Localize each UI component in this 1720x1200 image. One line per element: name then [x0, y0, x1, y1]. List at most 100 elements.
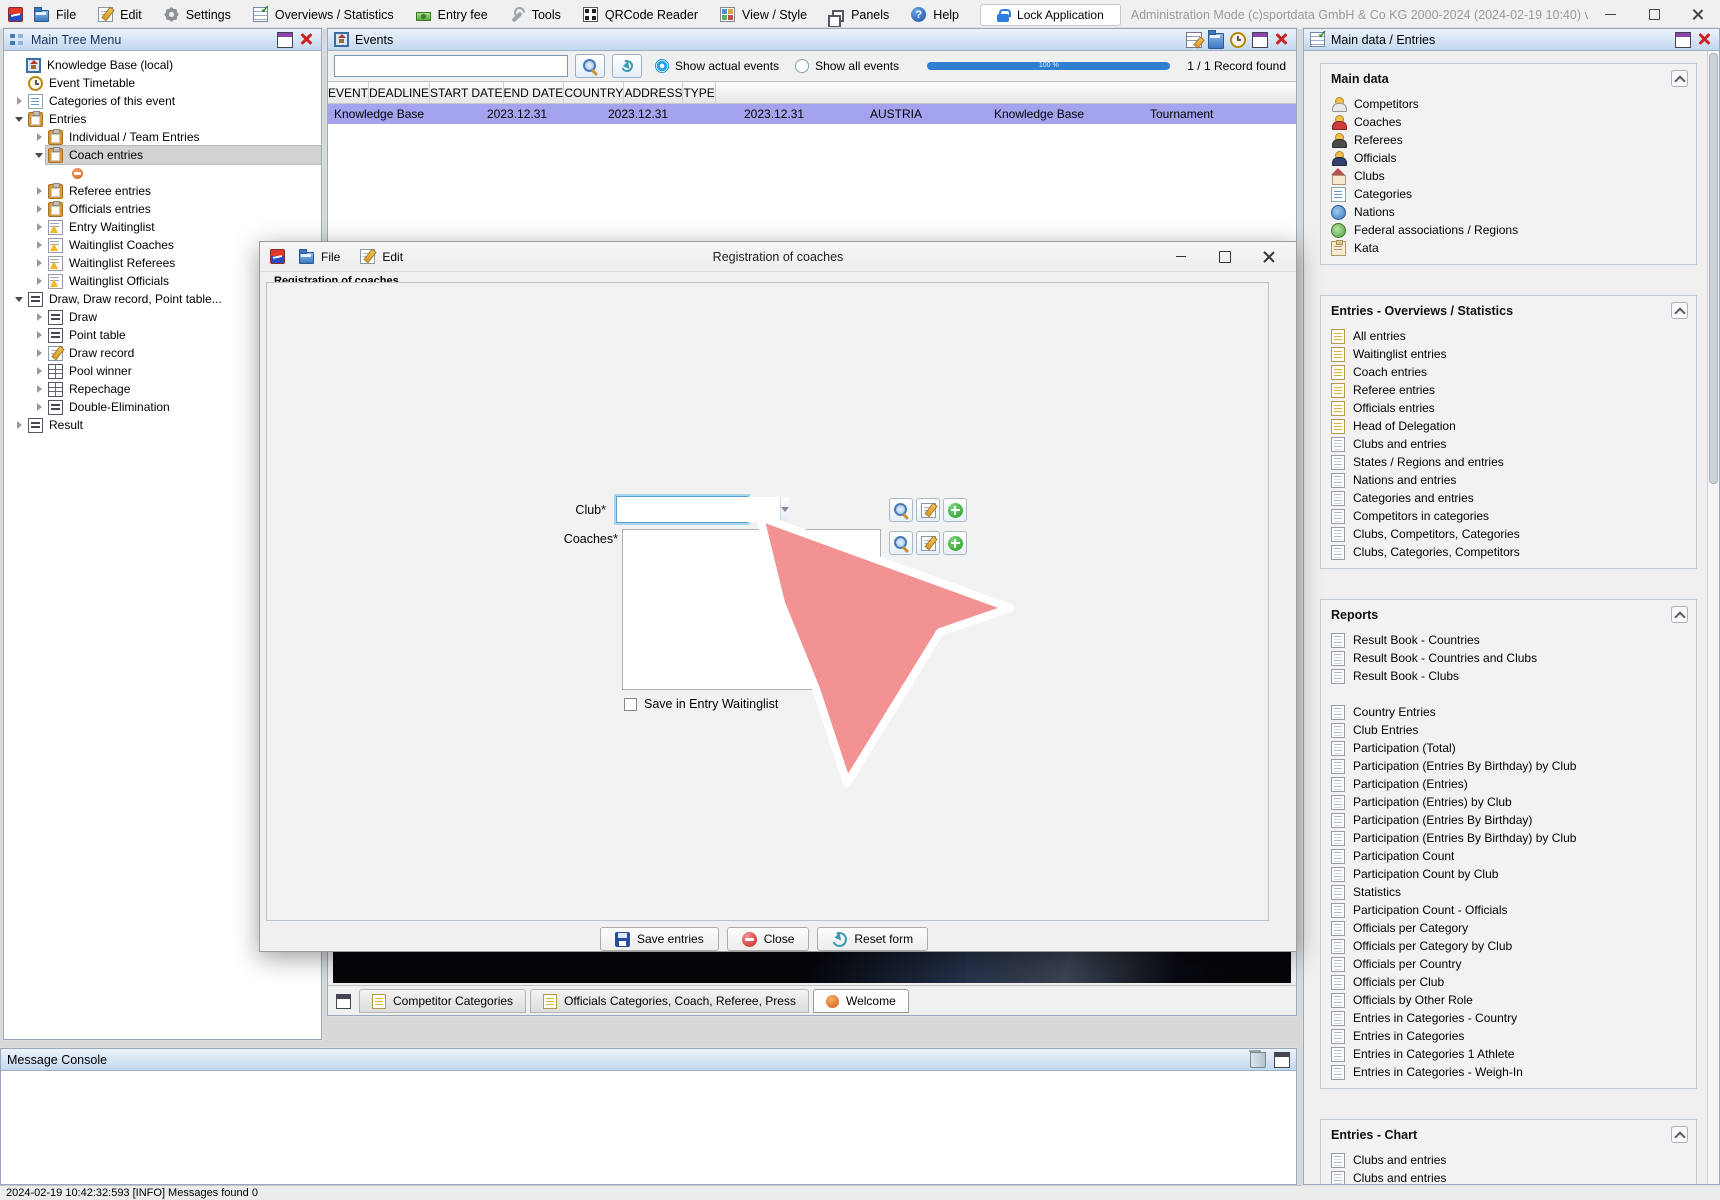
tree-item[interactable]: Entry Waitinglist: [4, 218, 321, 236]
table-row[interactable]: Knowledge Base2023.12.31 2023.12.312023.…: [328, 104, 1296, 124]
list-item[interactable]: All entries: [1321, 327, 1696, 345]
tree-expander[interactable]: [32, 272, 46, 290]
tree-expander[interactable]: [32, 344, 46, 362]
events-maximize-icon[interactable]: [1252, 32, 1268, 48]
tree-item[interactable]: Individual / Team Entries: [4, 128, 321, 146]
report-item[interactable]: Entries in Categories - Weigh-In: [1321, 1063, 1696, 1081]
events-search-input[interactable]: [334, 55, 568, 77]
tree-expander[interactable]: [12, 110, 26, 128]
report-item[interactable]: Participation (Entries By Birthday) by C…: [1321, 829, 1696, 847]
tree-item[interactable]: Coach entries: [4, 146, 321, 164]
menubar-item[interactable]: Settings: [153, 0, 242, 30]
tree-expander[interactable]: [32, 326, 46, 344]
menubar-item[interactable]: Panels: [818, 0, 900, 30]
club-dropdown-button[interactable]: [781, 497, 789, 522]
tree-expander[interactable]: [12, 290, 26, 308]
events-filter-radio[interactable]: Show actual events: [655, 59, 779, 73]
main-data-maximize-icon[interactable]: [1675, 32, 1691, 48]
column-header[interactable]: TYPE: [683, 82, 715, 103]
menubar-item[interactable]: Tools: [499, 0, 572, 30]
list-item[interactable]: Clubs, Categories, Competitors: [1321, 543, 1696, 561]
main-data-close-icon[interactable]: [1697, 32, 1713, 48]
list-item[interactable]: Head of Delegation: [1321, 417, 1696, 435]
dialog-button[interactable]: Close: [727, 927, 810, 951]
console-maximize-icon[interactable]: [1274, 1052, 1290, 1068]
bottom-tab[interactable]: Officials Categories, Coach, Referee, Pr…: [530, 989, 809, 1013]
tree-expander[interactable]: [32, 200, 46, 218]
tree-expander[interactable]: [10, 56, 24, 74]
search-button[interactable]: [575, 54, 605, 78]
report-item[interactable]: Officials per Club: [1321, 973, 1696, 991]
report-item[interactable]: Participation (Entries By Birthday): [1321, 811, 1696, 829]
edit-columns-icon[interactable]: [1186, 32, 1202, 48]
report-item[interactable]: Entries in Categories 1 Athlete: [1321, 1045, 1696, 1063]
tree-panel-maximize-icon[interactable]: [277, 32, 293, 48]
clear-console-icon[interactable]: [1250, 1052, 1266, 1068]
dock-icon[interactable]: [336, 994, 351, 1009]
bottom-tab[interactable]: Welcome: [813, 989, 909, 1013]
list-item[interactable]: Categories and entries: [1321, 489, 1696, 507]
tree-expander[interactable]: [32, 182, 46, 200]
bottom-tab[interactable]: Competitor Categories: [359, 989, 526, 1013]
tree-expander[interactable]: [12, 74, 26, 92]
report-item[interactable]: Participation (Entries By Birthday) by C…: [1321, 757, 1696, 775]
dialog-button[interactable]: Save entries: [600, 927, 719, 951]
tree-expander[interactable]: [32, 218, 46, 236]
dialog-maximize-button[interactable]: [1208, 244, 1242, 270]
menubar-item[interactable]: QRCode Reader: [572, 0, 709, 30]
column-header[interactable]: COUNTRY: [564, 82, 624, 103]
dialog-menu-item[interactable]: Edit: [350, 242, 413, 272]
collapse-chevron-icon[interactable]: [1671, 302, 1688, 319]
coaches-search-button[interactable]: [889, 531, 913, 555]
report-item[interactable]: Country Entries: [1321, 703, 1696, 721]
list-item[interactable]: Federal associations / Regions: [1321, 221, 1696, 239]
dialog-menu-item[interactable]: File: [289, 242, 350, 272]
collapse-chevron-icon[interactable]: [1671, 606, 1688, 623]
chart-item[interactable]: Clubs and entries: [1321, 1151, 1696, 1169]
tree-item[interactable]: Officials entries: [4, 200, 321, 218]
list-item[interactable]: Nations and entries: [1321, 471, 1696, 489]
club-add-button[interactable]: [943, 498, 967, 522]
column-header[interactable]: START DATE: [430, 82, 503, 103]
window-minimize-button[interactable]: [1588, 0, 1632, 30]
menubar-item[interactable]: Overviews / Statistics: [242, 0, 405, 30]
report-item[interactable]: Entries in Categories - Country: [1321, 1009, 1696, 1027]
column-header[interactable]: END DATE: [504, 82, 565, 103]
list-item[interactable]: Officials: [1321, 149, 1696, 167]
list-item[interactable]: Clubs: [1321, 167, 1696, 185]
club-combobox[interactable]: [616, 496, 748, 523]
collapse-chevron-icon[interactable]: [1671, 1126, 1688, 1143]
tree-expander[interactable]: [32, 380, 46, 398]
list-item[interactable]: Officials entries: [1321, 399, 1696, 417]
club-search-button[interactable]: [889, 498, 913, 522]
club-edit-button[interactable]: [916, 498, 940, 522]
list-item[interactable]: Categories: [1321, 185, 1696, 203]
history-icon[interactable]: [1230, 32, 1246, 48]
menubar-item[interactable]: View / Style: [709, 0, 818, 30]
events-close-icon[interactable]: [1274, 32, 1290, 48]
list-item[interactable]: Kata: [1321, 239, 1696, 257]
report-item[interactable]: Participation (Total): [1321, 739, 1696, 757]
window-close-button[interactable]: [1676, 0, 1720, 30]
coaches-add-button[interactable]: [943, 531, 967, 555]
list-item[interactable]: Clubs and entries: [1321, 435, 1696, 453]
menubar-item[interactable]: Help: [900, 0, 970, 30]
report-item[interactable]: Participation Count by Club: [1321, 865, 1696, 883]
list-item[interactable]: Clubs, Competitors, Categories: [1321, 525, 1696, 543]
collapse-chevron-icon[interactable]: [1671, 70, 1688, 87]
club-input[interactable]: [617, 497, 781, 522]
tree-expander[interactable]: [32, 146, 46, 164]
list-item[interactable]: States / Regions and entries: [1321, 453, 1696, 471]
window-restore-button[interactable]: [1632, 0, 1676, 30]
list-item[interactable]: Referees: [1321, 131, 1696, 149]
report-item[interactable]: Result Book - Clubs: [1321, 667, 1696, 685]
list-item[interactable]: Competitors in categories: [1321, 507, 1696, 525]
menubar-item[interactable]: Entry fee: [405, 0, 499, 30]
report-item[interactable]: Officials per Category: [1321, 919, 1696, 937]
coaches-listbox[interactable]: [622, 529, 881, 690]
tree-item[interactable]: Event Timetable: [4, 74, 321, 92]
tree-expander[interactable]: [32, 362, 46, 380]
events-filter-radio[interactable]: Show all events: [795, 59, 899, 73]
menubar-item[interactable]: Edit: [87, 0, 153, 30]
tree-expander[interactable]: [12, 92, 26, 110]
